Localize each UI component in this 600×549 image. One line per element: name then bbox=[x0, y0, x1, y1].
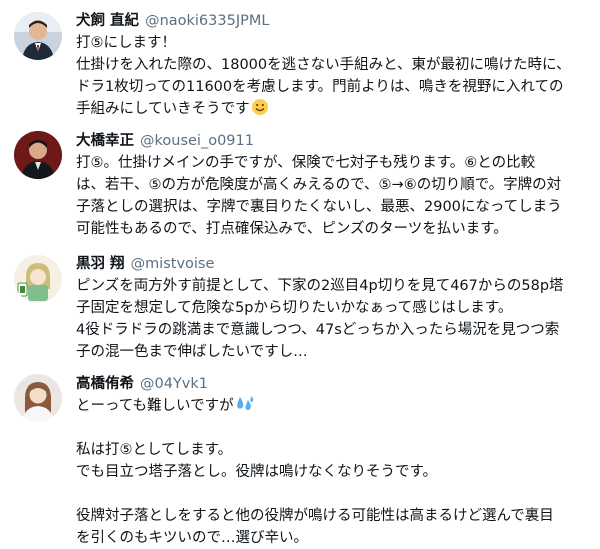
post-text: とーっても難しいですが 私は打⑤としてします。 でも目立つ塔子落とし。役牌は鳴け… bbox=[76, 395, 594, 549]
post-text: ピンズを両方外す前提として、下家の2巡目4p切りを見て467からの58p塔 子固… bbox=[76, 275, 594, 363]
author-handle[interactable]: @04Yvk1 bbox=[140, 376, 208, 392]
author-handle[interactable]: @naoki6335JPML bbox=[145, 13, 269, 29]
post-line: 手組みにしていきそうです bbox=[76, 101, 250, 117]
post-line: 打⑤にします！ bbox=[76, 35, 176, 51]
author-name[interactable]: 高橋侑希 bbox=[76, 376, 134, 392]
sweat-droplets-emoji bbox=[235, 395, 255, 420]
post-line: でも目立つ塔子落とし。役牌は鳴けなくなりそうです。 bbox=[76, 464, 438, 480]
author-name[interactable]: 黒羽 翔 bbox=[76, 256, 125, 272]
post-line: 子の混一色まで伸ばしたいですし… bbox=[76, 344, 308, 360]
post-text: 打⑤にします！ 仕掛けを入れた際の、18000を逃さない手組みと、東が最初に鳴け… bbox=[76, 32, 594, 120]
post-text: 打⑤。仕掛けメインの手ですが、保険で七対子も残ります。⑥との比較 は、若干、⑤の… bbox=[76, 152, 594, 240]
post-line: 可能性もあるので、打点確保込みで、ピンズのターツを払います。 bbox=[76, 221, 508, 237]
author-handle[interactable]: @kousei_o0911 bbox=[140, 133, 254, 149]
author-handle[interactable]: @mistvoise bbox=[131, 256, 215, 272]
post-line: 仕掛けを入れた際の、18000を逃さない手組みと、東が最初に鳴けた時に、 bbox=[76, 57, 571, 73]
author-name[interactable]: 大橋幸正 bbox=[76, 133, 134, 149]
post-line: 打⑤。仕掛けメインの手ですが、保険で七対子も残ります。⑥との比較 bbox=[76, 155, 536, 171]
avatar[interactable] bbox=[14, 131, 62, 179]
avatar[interactable] bbox=[14, 374, 62, 422]
post-line: 子固定を想定して危険な5pから切りたいかなぁって感じはします。 bbox=[76, 300, 513, 316]
post-line: 4役ドラドラの跳満まで意識しつつ、47sどっちか入ったら場況を見つつ索 bbox=[76, 322, 560, 338]
post-line: ピンズを両方外す前提として、下家の2巡目4p切りを見て467からの58p塔 bbox=[76, 278, 564, 294]
post-line: は、若干、⑤の方が危険度が高くみえるので、⑤→⑥の切り順で。字牌の対 bbox=[76, 177, 562, 193]
post-line: ドラ1枚切っての11600を考慮します。門前よりは、鳴きを視野に入れての bbox=[76, 79, 564, 95]
smiling-face-emoji bbox=[251, 98, 269, 123]
post-line: 役牌対子落としをすると他の役牌が鳴ける可能性は高まるけど選んで裏目 bbox=[76, 508, 554, 524]
post-line: 子落としの選択は、字牌で裏目りたくないし、最悪、2900になってしまう bbox=[76, 199, 562, 215]
avatar[interactable] bbox=[14, 12, 62, 60]
author-name[interactable]: 犬飼 直紀 bbox=[76, 13, 139, 29]
post-line: とーっても難しいですが bbox=[76, 398, 234, 414]
avatar[interactable] bbox=[14, 255, 62, 303]
post-line: 私は打⑤としてします。 bbox=[76, 442, 233, 458]
